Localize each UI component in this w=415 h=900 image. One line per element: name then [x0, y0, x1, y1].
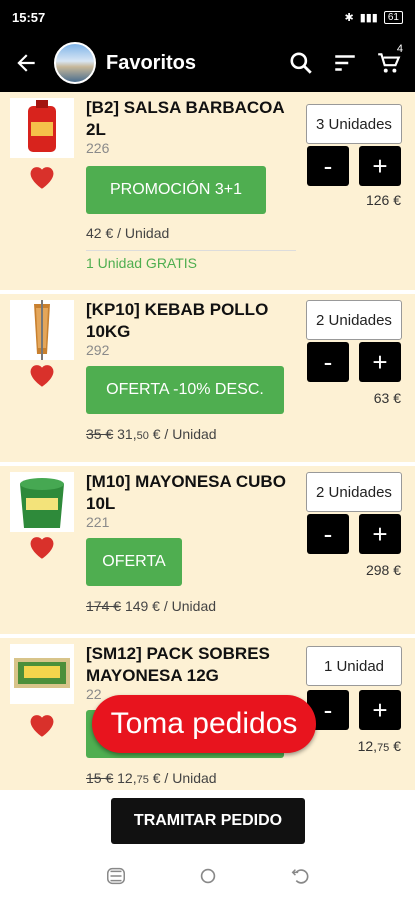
old-price: 35 €	[86, 426, 114, 442]
list-item: [B2] SALSA BARBACOA 2L 226 PROMOCIÓN 3+1…	[0, 92, 415, 290]
price-int: 149 €	[124, 598, 160, 614]
back-nav-icon[interactable]	[289, 865, 311, 887]
total-unit: €	[389, 738, 401, 754]
promo-button[interactable]: OFERTA	[86, 538, 182, 586]
price-unit: € / Unidad	[148, 426, 217, 442]
bottom-bar: TRAMITAR PEDIDO	[0, 790, 415, 852]
sort-button[interactable]	[329, 47, 361, 79]
old-price: 15 €	[86, 770, 114, 786]
checkout-button[interactable]: TRAMITAR PEDIDO	[111, 798, 305, 844]
price-unit: / Unidad	[159, 598, 217, 614]
old-price: 174 €	[86, 598, 122, 614]
app-bar: Favoritos 4	[0, 34, 415, 92]
increase-button[interactable]: +	[359, 342, 401, 382]
battery-icon: 61	[383, 10, 403, 24]
product-code: 221	[86, 514, 110, 530]
take-orders-button[interactable]: Toma pedidos	[92, 695, 316, 753]
price-int: 12,	[117, 770, 137, 786]
total-dec: 75	[377, 742, 390, 754]
system-nav-bar	[0, 852, 415, 900]
unit-price: 35 € 31,50 € / Unidad	[86, 426, 217, 442]
price-unit: € / Unidad	[148, 770, 217, 786]
product-name: [SM12] PACK SOBRES MAYONESA 12G	[86, 644, 270, 685]
product-code: 292	[86, 342, 110, 358]
list-item: [KP10] KEBAB POLLO 10KG 292 OFERTA -10% …	[0, 294, 415, 462]
product-name: [B2] SALSA BARBACOA 2L	[86, 98, 285, 139]
signal-icon: ▮▮▮	[359, 11, 378, 24]
status-bar: 15:57 ✱ ▮▮▮ 61	[0, 0, 415, 34]
line-total: 298 €	[365, 562, 401, 578]
line-total: 126 €	[365, 192, 401, 208]
list-item: [M10] MAYONESA CUBO 10L 221 OFERTA 174 €…	[0, 466, 415, 634]
arrow-left-icon	[17, 54, 35, 72]
product-image[interactable]	[10, 98, 74, 158]
favorites-list[interactable]: [B2] SALSA BARBACOA 2L 226 PROMOCIÓN 3+1…	[0, 92, 415, 790]
product-image[interactable]	[10, 644, 74, 704]
heart-icon[interactable]	[26, 532, 58, 560]
price-dec: 50	[136, 430, 149, 442]
line-total: 63 €	[373, 390, 401, 406]
unit-price: 42 € / Unidad	[86, 225, 170, 241]
product-code: 226	[86, 140, 110, 156]
search-button[interactable]	[285, 47, 317, 79]
status-time: 15:57	[12, 9, 46, 25]
promo-button[interactable]: PROMOCIÓN 3+1	[86, 166, 266, 214]
page-title: Favoritos	[106, 51, 197, 74]
product-name: [M10] MAYONESA CUBO 10L	[86, 472, 286, 513]
price-int: 31,	[117, 426, 137, 442]
heart-icon[interactable]	[26, 710, 58, 738]
quantity-field[interactable]: 3 Unidades	[306, 104, 402, 144]
status-icons: ✱ ▮▮▮ 61	[344, 10, 403, 24]
price-dec: 75	[136, 774, 149, 786]
total-int: 12,	[357, 738, 378, 754]
free-units-note: 1 Unidad GRATIS	[86, 255, 198, 271]
bluetooth-icon: ✱	[344, 11, 354, 24]
cart-count-badge: 4	[396, 43, 403, 55]
search-icon	[290, 52, 312, 74]
recent-apps-icon[interactable]	[105, 865, 127, 887]
decrease-button[interactable]: -	[307, 146, 349, 186]
heart-icon[interactable]	[26, 162, 58, 190]
increase-button[interactable]: +	[359, 146, 401, 186]
product-code: 22	[86, 686, 102, 702]
unit-price: 174 € 149 € / Unidad	[86, 598, 216, 614]
decrease-button[interactable]: -	[307, 514, 349, 554]
home-icon[interactable]	[197, 865, 219, 887]
product-image[interactable]	[10, 472, 74, 532]
decrease-button[interactable]: -	[307, 342, 349, 382]
quantity-field[interactable]: 2 Unidades	[306, 472, 402, 512]
cart-button[interactable]: 4	[373, 43, 405, 79]
increase-button[interactable]: +	[359, 514, 401, 554]
heart-icon[interactable]	[26, 360, 58, 388]
quantity-field[interactable]: 2 Unidades	[306, 300, 402, 340]
increase-button[interactable]: +	[359, 690, 401, 730]
line-total: 12,75 €	[358, 738, 401, 754]
back-button[interactable]	[4, 41, 48, 85]
store-logo	[54, 42, 96, 84]
unit-price: 15 € 12,75 € / Unidad	[86, 770, 217, 786]
sort-icon	[335, 55, 355, 71]
product-image[interactable]	[10, 300, 74, 360]
promo-button[interactable]: OFERTA -10% DESC.	[86, 366, 284, 414]
product-name: [KP10] KEBAB POLLO 10KG	[86, 300, 269, 341]
divider	[86, 250, 296, 251]
quantity-field[interactable]: 1 Unidad	[306, 646, 402, 686]
